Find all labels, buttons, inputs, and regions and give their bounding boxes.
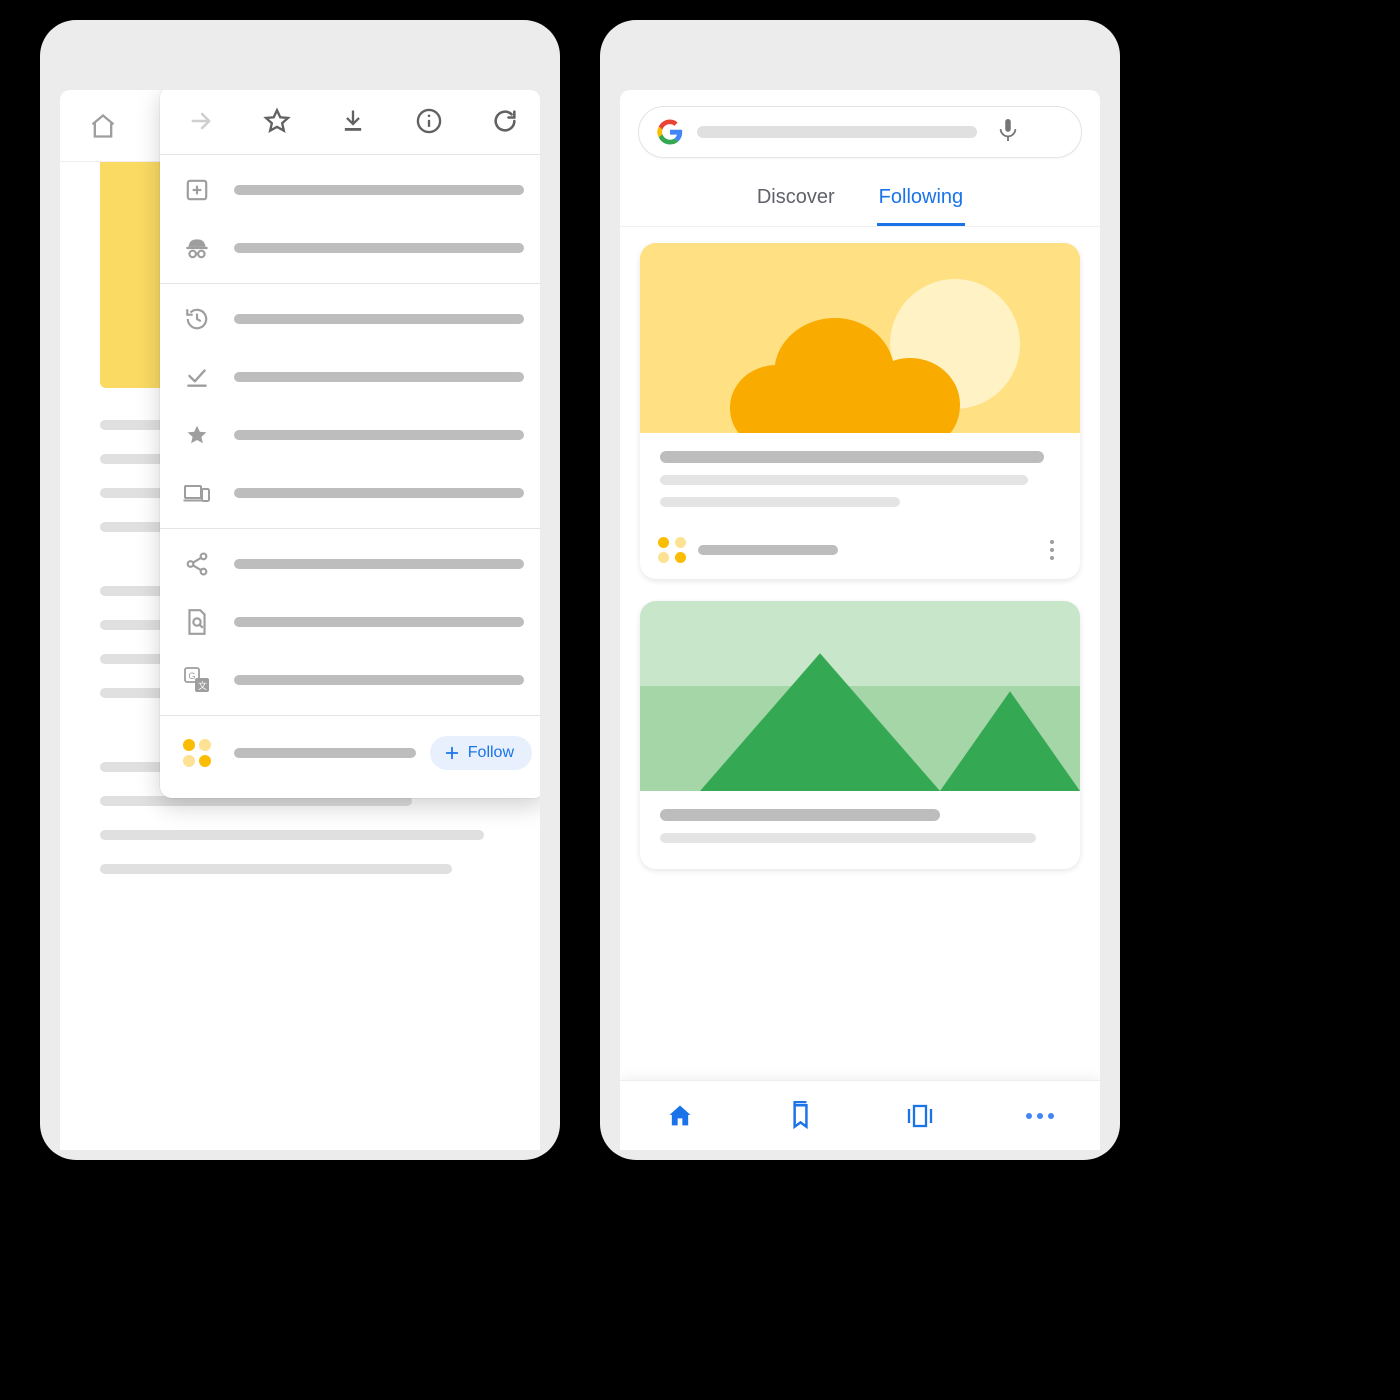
menu-item-label: [234, 617, 524, 627]
menu-item-bookmarks[interactable]: [160, 406, 540, 464]
menu-item-label: [234, 314, 524, 324]
publisher-icon: [182, 738, 212, 768]
mic-icon[interactable]: [997, 117, 1019, 148]
nav-more-icon[interactable]: [1024, 1100, 1056, 1132]
phone-chrome-menu: G文 Follow: [40, 20, 560, 1160]
card-image-sun-cloud: [640, 243, 1080, 433]
menu-section-3: G文: [160, 529, 540, 716]
nav-bookmarks-icon[interactable]: [784, 1100, 816, 1132]
menu-item-label: [234, 243, 524, 253]
share-icon: [182, 549, 212, 579]
card-image-hills: [640, 601, 1080, 791]
downloads-done-icon: [182, 362, 212, 392]
google-logo-icon: [657, 119, 683, 145]
screen-left: G文 Follow: [60, 90, 540, 1150]
history-icon: [182, 304, 212, 334]
follow-button[interactable]: Follow: [430, 736, 532, 770]
menu-top-icons: [160, 90, 540, 155]
new-tab-icon: [182, 175, 212, 205]
menu-item-label: [234, 488, 524, 498]
menu-item-downloads[interactable]: [160, 348, 540, 406]
star-icon[interactable]: [262, 106, 292, 136]
translate-icon: G文: [182, 665, 212, 695]
publisher-name: [698, 545, 838, 555]
nav-home-icon[interactable]: [664, 1100, 696, 1132]
overflow-menu: G文 Follow: [160, 90, 540, 798]
menu-item-find-in-page[interactable]: [160, 593, 540, 651]
card-body: [640, 791, 1080, 869]
download-icon[interactable]: [338, 106, 368, 136]
refresh-icon[interactable]: [490, 106, 520, 136]
tab-following[interactable]: Following: [877, 176, 965, 226]
svg-text:文: 文: [198, 680, 207, 691]
menu-section-1: [160, 155, 540, 284]
menu-item-history[interactable]: [160, 290, 540, 348]
menu-section-follow: Follow: [160, 716, 540, 790]
feed-tabs: Discover Following: [620, 176, 1100, 227]
card-more-icon[interactable]: [1042, 540, 1062, 560]
info-icon[interactable]: [414, 106, 444, 136]
menu-item-label: [234, 748, 416, 758]
follow-label: Follow: [468, 744, 514, 762]
nav-tabs-icon[interactable]: [904, 1100, 936, 1132]
menu-item-label: [234, 675, 524, 685]
forward-icon[interactable]: [186, 106, 216, 136]
feed-card[interactable]: [640, 243, 1080, 579]
find-in-page-icon: [182, 607, 212, 637]
menu-item-follow[interactable]: Follow: [160, 722, 540, 784]
devices-icon: [182, 478, 212, 508]
stage: G文 Follow: [0, 0, 1400, 1180]
menu-item-incognito[interactable]: [160, 219, 540, 277]
svg-text:G: G: [189, 671, 196, 681]
menu-item-new-tab[interactable]: [160, 161, 540, 219]
menu-item-label: [234, 430, 524, 440]
feed-card[interactable]: [640, 601, 1080, 869]
card-body: [640, 433, 1080, 533]
publisher-icon: [658, 537, 686, 563]
bottom-nav: [620, 1080, 1100, 1150]
menu-section-2: [160, 284, 540, 529]
menu-item-recent-tabs[interactable]: [160, 464, 540, 522]
page-content: G文 Follow: [60, 90, 540, 1150]
screen-right: Discover Following: [620, 90, 1100, 1150]
menu-item-label: [234, 372, 524, 382]
incognito-icon: [182, 233, 212, 263]
menu-item-label: [234, 559, 524, 569]
menu-item-share[interactable]: [160, 535, 540, 593]
search-placeholder: [697, 126, 977, 138]
phone-feed-following: Discover Following: [600, 20, 1120, 1160]
card-footer: [640, 533, 1080, 579]
home-icon[interactable]: [88, 111, 118, 141]
bookmarks-filled-icon: [182, 420, 212, 450]
menu-item-translate[interactable]: G文: [160, 651, 540, 709]
menu-item-label: [234, 185, 524, 195]
search-bar[interactable]: [638, 106, 1082, 158]
feed[interactable]: [620, 227, 1100, 1150]
tab-discover[interactable]: Discover: [755, 176, 837, 226]
